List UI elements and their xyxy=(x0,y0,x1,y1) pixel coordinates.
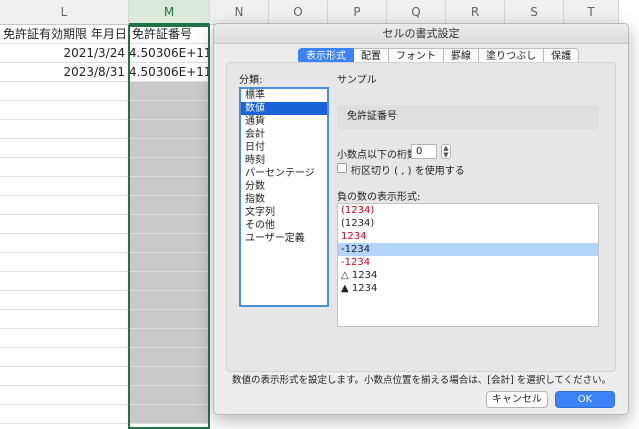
cell-m[interactable] xyxy=(129,139,210,158)
category-label: 分類: xyxy=(239,75,263,86)
cell-m[interactable]: 4.50306E+11 xyxy=(129,44,210,63)
cell-l[interactable] xyxy=(0,196,129,215)
column-header-p[interactable]: P xyxy=(328,0,387,25)
category-item[interactable]: 標準 xyxy=(241,89,327,102)
cell-m[interactable] xyxy=(129,234,210,253)
negative-format-item[interactable]: △ 1234 xyxy=(338,269,598,282)
negative-format-item[interactable]: ▲ 1234 xyxy=(338,282,598,295)
column-header-m[interactable]: M xyxy=(129,0,210,25)
cell-l[interactable] xyxy=(0,234,129,253)
cancel-button[interactable]: キャンセル xyxy=(486,391,548,408)
cell-l[interactable] xyxy=(0,120,129,139)
thousands-separator-label: 桁区切り ( , ) を使用する xyxy=(351,166,465,177)
cell-l[interactable] xyxy=(0,82,129,101)
negative-format-label: 負の数の表示形式: xyxy=(337,192,421,203)
cell-l[interactable] xyxy=(0,291,129,310)
category-item[interactable]: 会計 xyxy=(241,128,327,141)
negative-format-item[interactable]: -1234 xyxy=(338,243,598,256)
cell-l[interactable] xyxy=(0,405,129,424)
chevron-down-icon[interactable]: ▼ xyxy=(443,151,448,159)
cell-m[interactable] xyxy=(129,329,210,348)
column-header-o[interactable]: O xyxy=(269,0,328,25)
cell-l[interactable] xyxy=(0,310,129,329)
column-header-n[interactable]: N xyxy=(210,0,269,25)
category-item[interactable]: パーセンテージ xyxy=(241,167,327,180)
cell-l[interactable] xyxy=(0,177,129,196)
category-item[interactable]: 数値 xyxy=(241,102,327,115)
category-list[interactable]: 標準 数値 通貨 会計 日付 時刻 パーセンテージ 分数 指数 文字列 その他 ユーザー定義 xyxy=(239,87,329,307)
column-header-s[interactable]: S xyxy=(505,0,564,25)
cell-m[interactable] xyxy=(129,405,210,424)
format-description: 数値の表示形式を設定します。小数点位置を揃える場合は、[会計] を選択してくださ… xyxy=(232,375,612,386)
cell-m[interactable] xyxy=(129,367,210,386)
cell-l[interactable]: 免許証有効期限 年月日 xyxy=(0,25,129,44)
category-item[interactable]: 文字列 xyxy=(241,206,327,219)
column-header-l[interactable]: L xyxy=(0,0,129,25)
cell-m[interactable] xyxy=(129,177,210,196)
category-item[interactable]: 日付 xyxy=(241,141,327,154)
ok-button[interactable]: OK xyxy=(555,391,615,408)
category-item[interactable]: 時刻 xyxy=(241,154,327,167)
cell-l[interactable] xyxy=(0,272,129,291)
cell-l[interactable] xyxy=(0,101,129,120)
cell-m[interactable] xyxy=(129,101,210,120)
cell-m[interactable] xyxy=(129,253,210,272)
cell-m[interactable] xyxy=(129,120,210,139)
decimal-places-input[interactable]: 0 xyxy=(411,144,437,159)
cell-m[interactable] xyxy=(129,310,210,329)
cell-l[interactable] xyxy=(0,329,129,348)
cell-l[interactable] xyxy=(0,367,129,386)
negative-format-list[interactable]: (1234) (1234) 1234 -1234 -1234 △ 1234 ▲ 1234 xyxy=(337,203,599,327)
column-header-r[interactable]: R xyxy=(446,0,505,25)
decimal-stepper[interactable]: ▲ ▼ xyxy=(441,144,451,159)
cell-m[interactable] xyxy=(129,215,210,234)
number-format-pane: 分類: 標準 数値 通貨 会計 日付 時刻 パーセンテージ 分数 指数 文字列 その他 ユーザー定義 … xyxy=(226,62,616,372)
category-item[interactable]: その他 xyxy=(241,219,327,232)
negative-format-item[interactable]: 1234 xyxy=(338,230,598,243)
cell-l[interactable] xyxy=(0,386,129,405)
sample-label: サンプル xyxy=(337,75,377,86)
category-item[interactable]: 通貨 xyxy=(241,115,327,128)
negative-format-item[interactable]: -1234 xyxy=(338,256,598,269)
decimal-places-label: 小数点以下の桁数: xyxy=(337,150,421,161)
column-header-t[interactable]: T xyxy=(564,0,619,25)
column-header-q[interactable]: Q xyxy=(387,0,446,25)
cell-m[interactable] xyxy=(129,291,210,310)
cell-l[interactable] xyxy=(0,215,129,234)
cell-l[interactable] xyxy=(0,348,129,367)
cell-m[interactable] xyxy=(129,82,210,101)
cell-m[interactable] xyxy=(129,348,210,367)
cell-m[interactable] xyxy=(129,386,210,405)
cell-m[interactable] xyxy=(129,272,210,291)
cell-m[interactable] xyxy=(129,158,210,177)
cell-m[interactable]: 4.50306E+11 xyxy=(129,63,210,82)
cell-l[interactable]: 2023/8/31 xyxy=(0,63,129,82)
dialog-title: セルの書式設定 xyxy=(214,24,628,44)
category-item[interactable]: 指数 xyxy=(241,193,327,206)
cell-m[interactable]: 免許証番号 xyxy=(129,25,210,44)
category-item[interactable]: ユーザー定義 xyxy=(241,232,327,245)
cell-m[interactable] xyxy=(129,196,210,215)
cell-l[interactable] xyxy=(0,158,129,177)
cell-l[interactable] xyxy=(0,139,129,158)
format-cells-dialog: セルの書式設定 表示形式 配置 フォント 罫線 塗りつぶし 保護 分類: 標準 数値 通貨 会計… xyxy=(213,23,629,415)
sample-preview: 免許証番号 xyxy=(337,105,599,129)
cell-l[interactable]: 2021/3/24 xyxy=(0,44,129,63)
category-item[interactable]: 分数 xyxy=(241,180,327,193)
cell-l[interactable] xyxy=(0,253,129,272)
negative-format-item[interactable]: (1234) xyxy=(338,217,598,230)
thousands-separator-checkbox[interactable] xyxy=(337,163,347,173)
negative-format-item[interactable]: (1234) xyxy=(338,204,598,217)
